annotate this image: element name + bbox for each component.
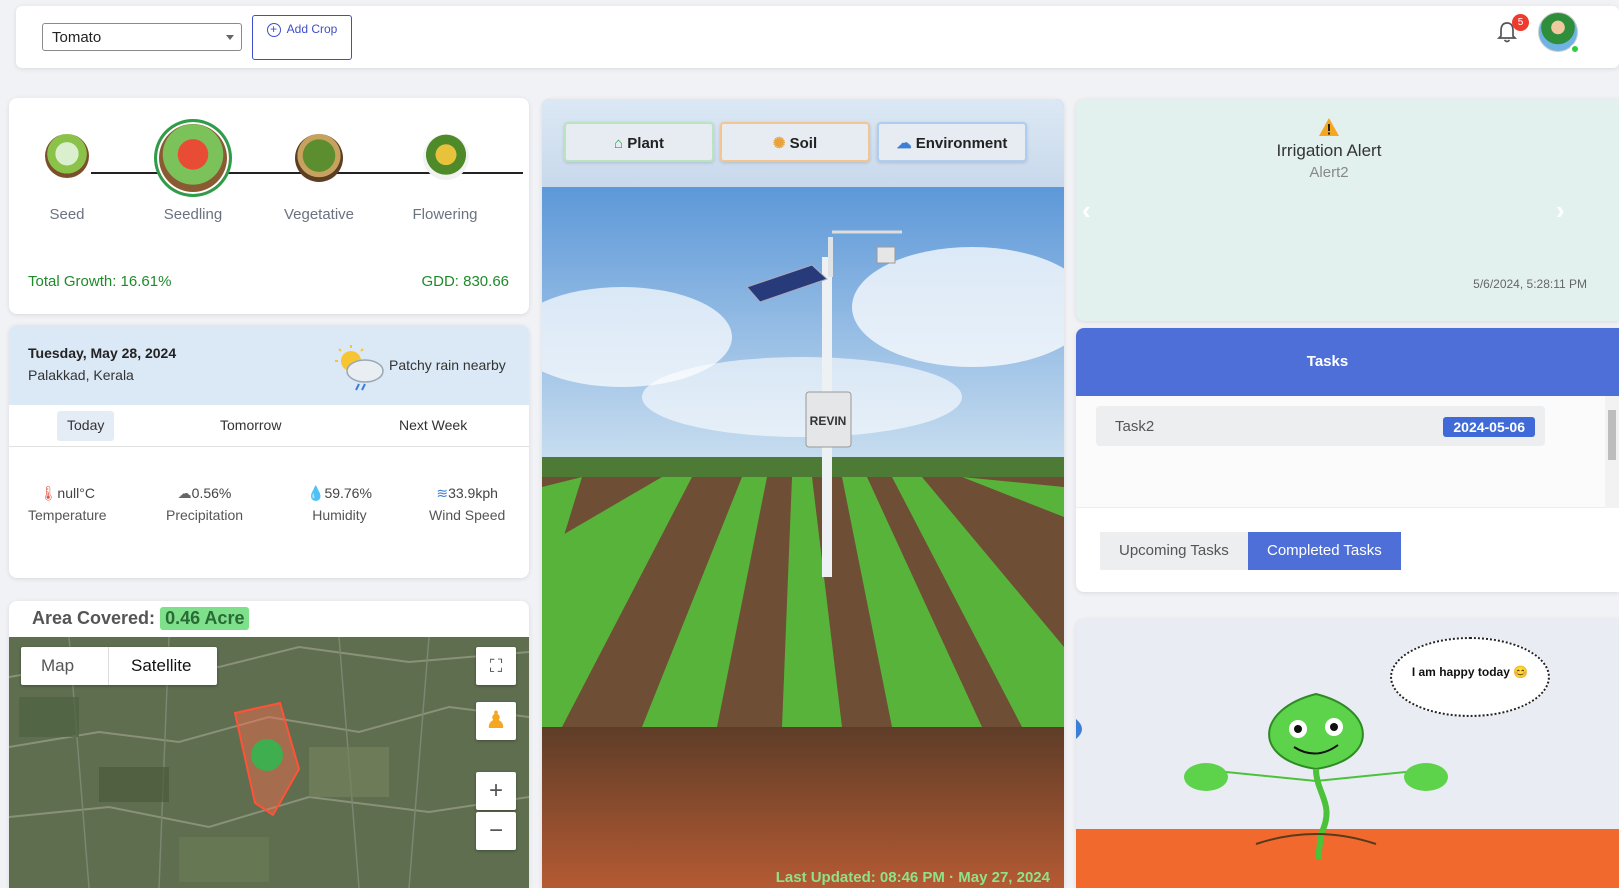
total-growth-text: Total Growth: 16.61% — [28, 273, 172, 290]
sensor-tabs: ⌂ Plant ✺ Soil ☁ Environment — [542, 99, 1064, 187]
tab-completed-tasks[interactable]: Completed Tasks — [1248, 532, 1401, 570]
cloud-icon: ☁ — [896, 135, 912, 152]
add-crop-button[interactable]: + Add Crop — [252, 15, 352, 60]
stage-label: Flowering — [412, 206, 478, 223]
tab-environment[interactable]: ☁ Environment — [877, 122, 1027, 162]
zoom-out-button[interactable]: − — [476, 812, 516, 850]
tab-tomorrow[interactable]: Tomorrow — [210, 411, 291, 441]
field-weather-station-image: REVIN — [542, 187, 1064, 888]
weather-card: Tuesday, May 28, 2024 Palakkad, Kerala P… — [9, 325, 529, 578]
tab-today[interactable]: Today — [57, 411, 115, 441]
speech-bubble: I am happy today 😊 — [1390, 637, 1550, 717]
wind-label: Wind Speed — [429, 507, 506, 523]
tasks-card: Tasks Task2 2024-05-06 Upcoming Tasks Co… — [1076, 328, 1619, 592]
warning-icon — [1319, 118, 1339, 136]
stage-label: Vegetative — [283, 206, 355, 223]
task-item[interactable]: Task2 2024-05-06 — [1096, 406, 1545, 446]
tasks-header: Tasks — [1076, 328, 1619, 396]
humidity-label: Humidity — [312, 507, 367, 523]
growth-stage-card: Seed Seedling Vegetative Flowering Total… — [9, 98, 529, 314]
precipitation-metric: ☁0.56% Precipitation — [166, 485, 243, 523]
weather-condition: Patchy rain nearby — [389, 357, 506, 373]
sensor-brand-label: REVIN — [810, 414, 847, 428]
sun-icon: ✺ — [772, 135, 786, 152]
satellite-map[interactable]: Map Satellite ⛶ ♟ + − — [9, 637, 529, 888]
tab-soil[interactable]: ✺ Soil — [720, 122, 870, 162]
flowering-icon — [423, 134, 469, 180]
seed-icon — [45, 134, 89, 178]
area-covered: Area Covered: 0.46 Acre — [32, 607, 250, 630]
partly-cloudy-rain-icon — [335, 345, 384, 391]
crop-select-value: Tomato — [52, 29, 102, 46]
alert-carousel: Irrigation Alert Alert2 ‹ › 5/6/2024, 5:… — [1076, 99, 1619, 321]
humidity-metric: 💧59.76% Humidity — [307, 485, 372, 523]
map-type-toggle: Map Satellite — [21, 647, 217, 685]
notification-badge: 5 — [1512, 14, 1529, 31]
tab-plant[interactable]: ⌂ Plant — [564, 122, 714, 162]
wind-icon: ≋ — [436, 485, 449, 501]
tab-upcoming-tasks[interactable]: Upcoming Tasks — [1100, 532, 1248, 570]
stage-label: Seed — [49, 206, 85, 223]
field-map-card: Area Covered: 0.46 Acre Map Satellite ⛶ … — [9, 601, 529, 888]
stage-label: Seedling — [163, 206, 223, 223]
rain-cloud-icon: ☁ — [177, 485, 192, 501]
weather-location: Palakkad, Kerala — [28, 367, 134, 383]
online-status-dot — [1570, 44, 1580, 54]
toggle-divider — [108, 647, 109, 685]
alert-timestamp: 5/6/2024, 5:28:11 PM — [1473, 277, 1587, 291]
alert-subtitle: Alert2 — [1309, 164, 1349, 181]
last-updated-text: Last Updated: 08:46 PM · May 27, 2024 — [775, 869, 1050, 886]
area-covered-label: Area Covered: — [32, 608, 156, 628]
tab-soil-label: Soil — [789, 135, 818, 152]
precipitation-value: 0.56% — [191, 485, 232, 501]
task-list: Task2 2024-05-06 — [1076, 396, 1619, 508]
temperature-value: null°C — [57, 485, 95, 501]
forecast-tabs: Today Tomorrow Next Week — [9, 405, 529, 447]
thermometer-icon: 🌡 — [39, 485, 58, 501]
temperature-label: Temperature — [28, 507, 107, 523]
add-crop-label: Add Crop — [286, 22, 338, 36]
top-bar: Tomato + Add Crop — [16, 6, 1619, 68]
weather-date: Tuesday, May 28, 2024 — [28, 345, 177, 361]
plant-mood-card: I am happy today 😊 — [1076, 619, 1619, 888]
task-name: Task2 — [1115, 418, 1155, 435]
tab-next-week[interactable]: Next Week — [389, 411, 477, 441]
seedling-icon — [154, 119, 232, 197]
task-list-scrollbar[interactable] — [1605, 396, 1619, 508]
temperature-metric: 🌡null°C Temperature — [28, 485, 107, 523]
task-date-badge: 2024-05-06 — [1443, 417, 1535, 437]
area-covered-value: 0.46 Acre — [160, 607, 250, 630]
chevron-down-icon — [226, 35, 234, 40]
scrollbar-thumb[interactable] — [1608, 410, 1616, 460]
gdd-text: GDD: 830.66 — [421, 273, 509, 290]
precipitation-label: Precipitation — [166, 507, 244, 523]
fullscreen-icon[interactable]: ⛶ — [476, 647, 516, 685]
field-sensor-card: ⌂ Plant ✺ Soil ☁ Environment REVIN Last … — [542, 99, 1064, 888]
humidity-value: 59.76% — [324, 485, 372, 501]
zoom-in-button[interactable]: + — [476, 772, 516, 810]
humidity-icon: 💧 — [307, 485, 325, 501]
crop-select[interactable]: Tomato — [42, 23, 242, 51]
alert-title: Irrigation Alert — [1276, 141, 1382, 160]
weather-header: Tuesday, May 28, 2024 Palakkad, Kerala P… — [9, 325, 529, 405]
wind-metric: ≋33.9kph Wind Speed — [429, 485, 505, 523]
wind-value: 33.9kph — [448, 485, 498, 501]
street-view-pegman-icon[interactable]: ♟ — [476, 702, 516, 740]
tab-plant-label: Plant — [627, 135, 664, 152]
vegetative-icon — [295, 134, 343, 182]
chevron-right-icon[interactable]: › — [1556, 195, 1565, 226]
chevron-left-icon[interactable]: ‹ — [1082, 195, 1091, 226]
tab-environment-label: Environment — [915, 135, 1008, 152]
tree-icon: ⌂ — [614, 135, 624, 152]
map-type-map[interactable]: Map — [41, 656, 74, 676]
map-type-satellite[interactable]: Satellite — [131, 656, 191, 676]
plus-circle-icon: + — [266, 22, 281, 37]
